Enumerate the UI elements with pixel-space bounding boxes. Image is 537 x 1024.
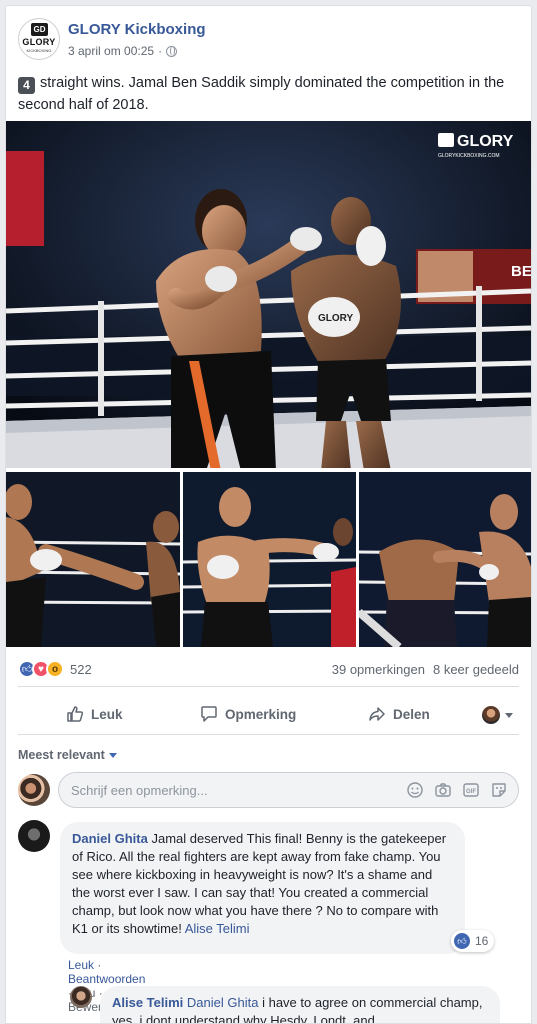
comment-bubble: Alise Telimi Daniel Ghita i have to agre… <box>100 986 500 1023</box>
chevron-down-icon <box>505 712 513 718</box>
watermark-brand: GLORY <box>457 133 514 150</box>
photo-thumbnail-1[interactable] <box>6 472 180 647</box>
share-label: Delen <box>393 706 430 722</box>
logo-sub: KICKBOXING <box>26 48 52 53</box>
sort-label: Meest relevant <box>18 748 105 762</box>
emoji-icon[interactable] <box>406 781 424 799</box>
page-name-link[interactable]: GLORY Kickboxing <box>68 21 206 38</box>
photo-thumbnail-2[interactable] <box>183 472 356 647</box>
comment-bubble: Daniel Ghita Jamal deserved This final! … <box>60 822 465 954</box>
user-avatar <box>482 706 500 724</box>
post-header: GD GLORY KICKBOXING GLORY Kickboxing 3 a… <box>18 18 519 66</box>
logo-mark: GD <box>31 23 48 36</box>
sticker-icon[interactable] <box>490 781 508 799</box>
identity-selector[interactable] <box>482 706 513 724</box>
camera-icon[interactable] <box>434 781 452 799</box>
comment-like-link[interactable]: Leuk <box>68 958 94 972</box>
share-button[interactable]: Delen <box>368 698 430 730</box>
logo-name: GLORY <box>22 37 56 47</box>
composer-icons: GIF <box>406 781 508 799</box>
wow-reaction-icon: o <box>46 660 64 678</box>
chevron-down-icon <box>108 752 117 758</box>
comment-input[interactable]: Schrijf een opmerking... GIF <box>58 772 519 808</box>
comment-text: Jamal deserved This final! Benny is the … <box>72 831 447 936</box>
user-avatar <box>18 774 50 806</box>
action-bar: Leuk Opmerking Delen <box>18 698 519 730</box>
thumbs-up-icon <box>67 706 84 722</box>
glove-text: GLORY <box>318 313 354 324</box>
meta-separator: · <box>158 44 163 58</box>
comment-reply-link[interactable]: Beantwoorden <box>68 972 145 986</box>
comment-count[interactable]: 39 opmerkingen <box>332 662 425 677</box>
main-photo[interactable]: BEN <box>6 121 531 468</box>
comment-author[interactable]: Daniel Ghita <box>72 831 148 846</box>
reaction-count[interactable]: 522 <box>70 662 92 677</box>
share-count[interactable]: 8 keer gedeeld <box>433 662 519 677</box>
comment-button[interactable]: Opmerking <box>200 698 296 730</box>
post-timestamp[interactable]: 3 april om 00:25 <box>68 44 154 58</box>
divider <box>18 686 519 687</box>
number-emoji: 4 <box>18 77 35 94</box>
globe-icon[interactable] <box>166 45 178 57</box>
photo-thumbnail-3[interactable] <box>359 472 531 647</box>
comment-label: Opmerking <box>225 706 297 722</box>
comment-placeholder: Schrijf een opmerking... <box>71 783 208 798</box>
post-meta: 3 april om 00:25 · <box>68 44 178 58</box>
comment-author[interactable]: Alise Telimi <box>112 995 183 1010</box>
page-avatar[interactable]: GD GLORY KICKBOXING <box>18 18 60 60</box>
banner-text: BEN <box>511 263 531 280</box>
like-button[interactable]: Leuk <box>66 698 123 730</box>
svg-text:GIF: GIF <box>466 789 476 795</box>
post-stats: 👍︎ ♥ o 522 39 opmerkingen 8 keer gedeeld <box>18 658 519 680</box>
commenter-avatar[interactable] <box>70 986 92 1008</box>
comment-composer: Schrijf een opmerking... GIF <box>18 772 519 808</box>
comment-mention[interactable]: Daniel Ghita <box>187 995 259 1010</box>
share-arrow-icon <box>369 707 385 721</box>
like-reaction-icon: 👍︎ <box>454 933 470 949</box>
engagement-counts: 39 opmerkingen 8 keer gedeeld <box>332 662 519 677</box>
like-label: Leuk <box>91 706 123 722</box>
comment-like-count: 16 <box>475 934 489 948</box>
post-text: 4 straight wins. Jamal Ben Saddik simply … <box>18 72 523 116</box>
comment-mention[interactable]: Alise Telimi <box>185 921 250 936</box>
watermark-url: GLORYKICKBOXING.COM <box>438 153 500 159</box>
comment-reactions[interactable]: 👍︎ 16 <box>451 930 495 952</box>
commenter-avatar[interactable] <box>18 820 50 852</box>
reactions-summary[interactable]: 👍︎ ♥ o 522 <box>18 660 92 678</box>
divider <box>18 734 519 735</box>
gif-icon[interactable]: GIF <box>462 781 480 799</box>
post-body: straight wins. Jamal Ben Saddik simply d… <box>18 75 505 113</box>
comment-sort-selector[interactable]: Meest relevant <box>18 748 117 762</box>
speech-bubble-icon <box>201 706 217 722</box>
post-card: GD GLORY KICKBOXING GLORY Kickboxing 3 a… <box>5 5 532 1024</box>
